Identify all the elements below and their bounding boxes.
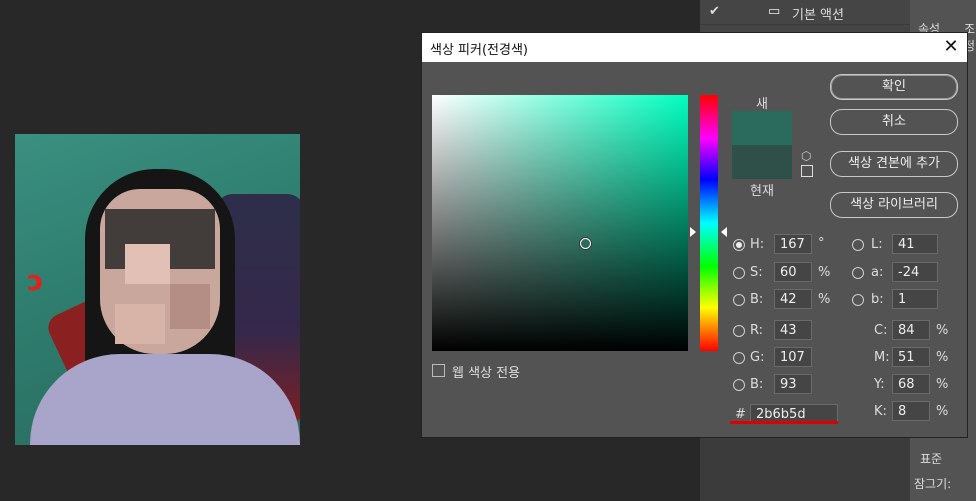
- dialog-title: 색상 피커(전경색): [430, 43, 528, 58]
- unit-k: %: [936, 404, 949, 419]
- color-field[interactable]: [432, 95, 688, 351]
- label-r: R:: [750, 323, 764, 338]
- label-blue: B:: [750, 377, 764, 392]
- close-icon[interactable]: ✕: [940, 36, 962, 58]
- hex-highlight-underline: [730, 421, 838, 424]
- input-h[interactable]: 167: [774, 234, 812, 254]
- label-k: K:: [874, 404, 887, 419]
- new-color-swatch: [732, 111, 792, 145]
- label-l: L:: [871, 237, 883, 252]
- current-color-swatch[interactable]: [732, 145, 792, 179]
- input-b[interactable]: 42: [774, 289, 812, 309]
- input-lab-b[interactable]: 1: [892, 289, 938, 309]
- input-s[interactable]: 60: [774, 262, 812, 282]
- label-lab-b: b:: [871, 292, 884, 307]
- cancel-button[interactable]: 취소: [830, 109, 958, 135]
- radio-s[interactable]: [733, 267, 745, 279]
- input-a[interactable]: -24: [892, 262, 938, 282]
- new-color-label: 새: [756, 97, 768, 112]
- folder-icon: ▭: [768, 4, 781, 19]
- input-l[interactable]: 41: [892, 234, 938, 254]
- label-a: a:: [871, 265, 884, 280]
- radio-a[interactable]: [852, 267, 864, 279]
- label-s: S:: [750, 265, 763, 280]
- input-r[interactable]: 43: [774, 320, 812, 340]
- color-picker-dialog: 색상 피커(전경색) ✕ 새 현재 ⬡ 확인 취소 색상 견본에 추가 색상 라…: [422, 33, 967, 437]
- web-colors-only-checkbox[interactable]: [432, 364, 445, 377]
- radio-g[interactable]: [733, 352, 745, 364]
- label-m: M:: [874, 350, 890, 365]
- blend-mode[interactable]: 표준: [920, 450, 942, 467]
- websafe-swatch-icon[interactable]: [801, 165, 813, 177]
- unit-s: %: [818, 265, 831, 280]
- radio-lab-b[interactable]: [852, 294, 864, 306]
- unit-y: %: [936, 377, 949, 392]
- label-h: H:: [750, 237, 765, 252]
- label-c: C:: [874, 323, 888, 338]
- hue-slider-handle-right[interactable]: [721, 227, 727, 237]
- input-g[interactable]: 107: [774, 347, 812, 367]
- radio-blue[interactable]: [733, 379, 745, 391]
- action-label: 기본 액션: [792, 8, 844, 23]
- panel-row[interactable]: ✔ ▭ 기본 액션: [700, 0, 916, 24]
- hue-slider[interactable]: [700, 95, 718, 351]
- label-y: Y:: [874, 377, 885, 392]
- radio-l[interactable]: [852, 239, 864, 251]
- ok-button[interactable]: 확인: [830, 74, 958, 100]
- radio-h[interactable]: [733, 239, 745, 251]
- hue-slider-handle-left[interactable]: [690, 227, 696, 237]
- label-g: G:: [750, 350, 765, 365]
- unit-b: %: [818, 292, 831, 307]
- panel-row[interactable]: [700, 25, 916, 33]
- input-k[interactable]: 8: [892, 401, 930, 421]
- title-bar: 색상 피커(전경색) ✕: [422, 33, 967, 62]
- check-icon: ✔: [709, 4, 720, 19]
- hex-label: #: [735, 407, 746, 422]
- gamut-cube-icon[interactable]: ⬡: [801, 149, 811, 163]
- color-libraries-button[interactable]: 색상 라이브러리: [830, 192, 958, 218]
- canvas-image: ↄ: [15, 134, 300, 445]
- red-scribble: ↄ: [27, 264, 44, 297]
- input-y[interactable]: 68: [892, 374, 930, 394]
- unit-c: %: [936, 323, 949, 338]
- unit-m: %: [936, 350, 949, 365]
- label-b: B:: [750, 292, 764, 307]
- web-colors-only-label: 웹 색상 전용: [452, 366, 521, 381]
- lock-label: 잠그기:: [914, 477, 952, 491]
- unit-h: °: [818, 236, 825, 251]
- radio-r[interactable]: [733, 325, 745, 337]
- current-color-label: 현재: [750, 184, 774, 199]
- add-to-swatches-button[interactable]: 색상 견본에 추가: [830, 151, 958, 177]
- input-blue[interactable]: 93: [774, 374, 812, 394]
- input-m[interactable]: 51: [892, 347, 930, 367]
- color-cursor[interactable]: [580, 238, 591, 249]
- input-c[interactable]: 84: [892, 320, 930, 340]
- radio-b[interactable]: [733, 294, 745, 306]
